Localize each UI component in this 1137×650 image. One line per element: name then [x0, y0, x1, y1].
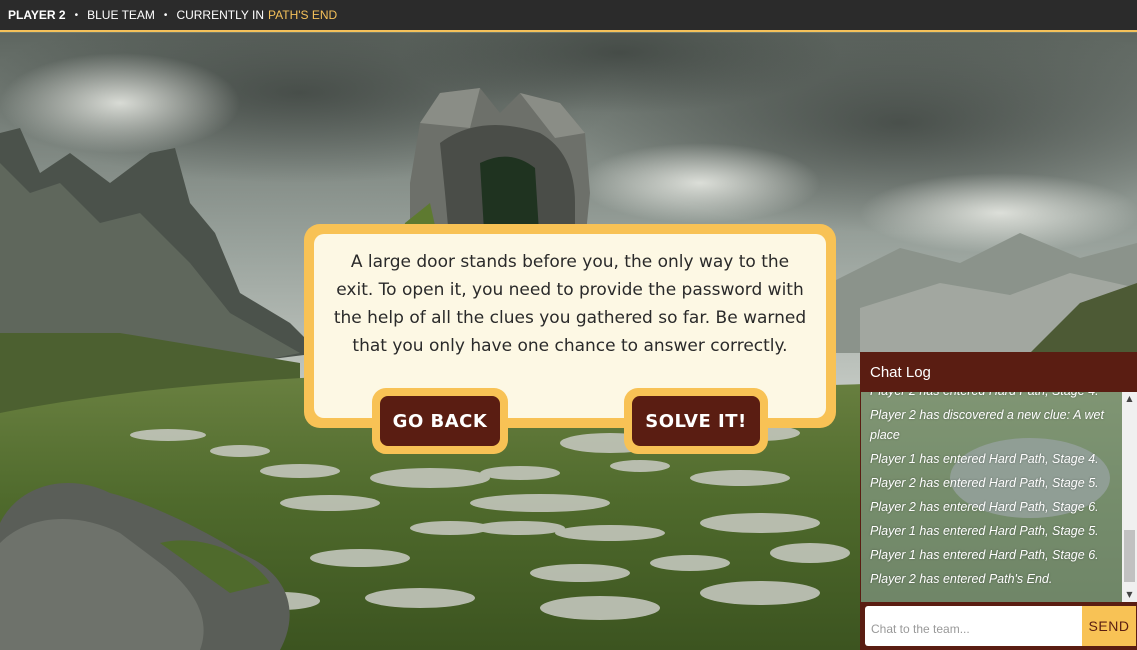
chat-message: Player 1 has entered Hard Path, Stage 6.	[870, 548, 1099, 562]
go-back-button[interactable]: GO BACK	[380, 396, 500, 446]
chat-scrollbar[interactable]: ▲ ▼	[1122, 392, 1137, 602]
player-name: PLAYER 2	[8, 8, 66, 22]
current-location: PATH'S END	[268, 8, 338, 22]
scroll-down-icon[interactable]: ▼	[1122, 588, 1137, 602]
chat-message: Player 2 has entered Path's End.	[870, 572, 1053, 586]
chat-message: Player 2 has discovered a new clue: A we…	[870, 408, 1104, 442]
chat-log[interactable]: Player 2 has entered Hard Path, Stage 4.…	[861, 392, 1123, 602]
chat-message: Player 1 has entered Hard Path, Stage 4.	[870, 452, 1099, 466]
scrollbar-thumb[interactable]	[1124, 530, 1135, 582]
chat-input-row: SEND	[861, 602, 1137, 650]
chat-panel: Chat Log Player 2 has entered Hard Path,…	[860, 352, 1137, 650]
dialog-text: A large door stands before you, the only…	[333, 252, 807, 356]
location-prefix: CURRENTLY IN	[176, 8, 265, 22]
send-button[interactable]: SEND	[1082, 606, 1136, 646]
go-back-button-frame: GO BACK	[372, 388, 508, 454]
chat-message: Player 2 has entered Hard Path, Stage 6.	[870, 500, 1099, 514]
chat-input[interactable]	[865, 606, 1082, 646]
scroll-up-icon[interactable]: ▲	[1122, 392, 1137, 406]
team-name: BLUE TEAM	[87, 8, 155, 22]
chat-header: Chat Log	[861, 352, 1137, 392]
separator-dot: •	[74, 9, 79, 21]
solve-button-frame: SOLVE IT!	[624, 388, 768, 454]
status-bar: PLAYER 2 • BLUE TEAM • CURRENTLY IN PATH…	[0, 0, 1137, 32]
separator-dot: •	[163, 9, 168, 21]
chat-message: Player 2 has entered Hard Path, Stage 4.	[870, 392, 1115, 401]
chat-message: Player 2 has entered Hard Path, Stage 5.	[870, 476, 1099, 490]
solve-it-button[interactable]: SOLVE IT!	[632, 396, 760, 446]
chat-message: Player 1 has entered Hard Path, Stage 5.	[870, 524, 1099, 538]
